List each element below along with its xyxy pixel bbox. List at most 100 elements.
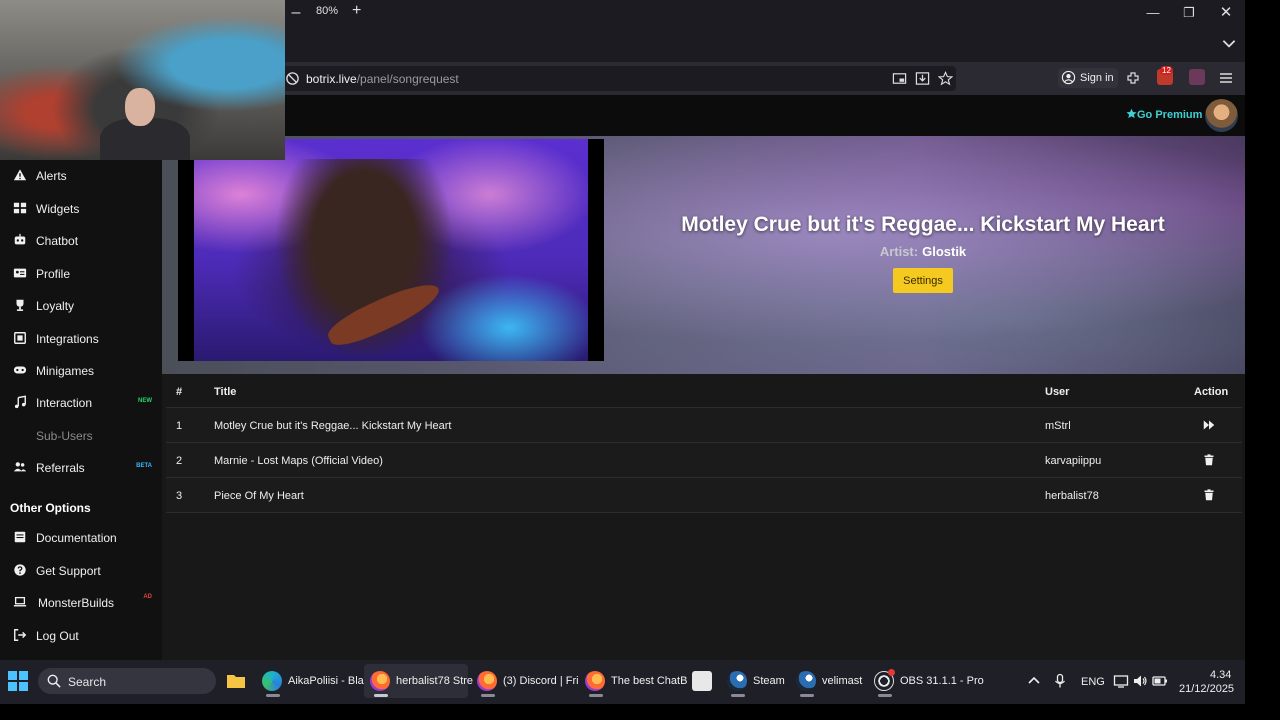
sidebar-item-referrals[interactable]: Referrals BETA — [0, 453, 162, 483]
gamepad-icon — [13, 366, 27, 374]
running-indicator — [589, 694, 603, 697]
search-label: Search — [68, 675, 107, 689]
taskbar-app-steam-chat[interactable]: velimast — [796, 664, 864, 698]
now-playing-title: Motley Crue but it's Reggae... Kickstart… — [681, 213, 1165, 236]
sidebar-item-label: Profile — [36, 267, 71, 281]
column-header-number: # — [176, 386, 183, 398]
taskbar-app-edge[interactable]: AikaPoliisi - Bla — [262, 664, 364, 698]
extensions-icon[interactable] — [1125, 70, 1141, 86]
settings-button[interactable]: Settings — [893, 268, 953, 293]
taskbar-app-steam[interactable]: Steam — [727, 664, 787, 698]
taskbar-app-label: Steam — [753, 675, 785, 687]
sidebar-item-chatbot[interactable]: Chatbot — [0, 226, 162, 256]
search-icon — [47, 674, 61, 688]
chevron-down-icon[interactable] — [1220, 34, 1238, 52]
skip-icon[interactable] — [1203, 419, 1215, 431]
running-indicator — [731, 694, 745, 697]
language-indicator[interactable]: ENG — [1081, 676, 1105, 688]
zoom-out-button[interactable]: – — [289, 3, 303, 23]
row-title: Motley Crue but it's Reggae... Kickstart… — [214, 420, 452, 432]
sign-in-button[interactable]: Sign in — [1058, 68, 1118, 88]
running-indicator — [878, 694, 892, 697]
sidebar-item-label: Loyalty — [36, 299, 75, 313]
sidebar-item-get-support[interactable]: Get Support — [0, 556, 162, 586]
sidebar-item-integrations[interactable]: Integrations — [0, 324, 162, 354]
sidebar-item-loyalty[interactable]: Loyalty — [0, 291, 162, 321]
sidebar-item-log-out[interactable]: Log Out — [0, 621, 162, 651]
sidebar-item-monsterbuilds[interactable]: MonsterBuilds AD — [0, 588, 162, 618]
store-icon — [692, 671, 712, 691]
sidebar-item-interaction[interactable]: Interaction NEW — [0, 388, 162, 418]
trophy-icon — [16, 299, 24, 311]
zoom-level[interactable]: 80% — [316, 5, 338, 17]
artist-name: Glostik — [922, 244, 967, 259]
close-window-button[interactable]: ✕ — [1214, 2, 1238, 24]
tiktok-extension-icon[interactable] — [1189, 69, 1205, 85]
extension-notification-icon[interactable]: 12 — [1157, 66, 1173, 85]
taskbar-app-label: The best ChatB — [611, 675, 688, 687]
star-icon — [1126, 108, 1137, 119]
other-options-heading: Other Options — [10, 501, 91, 515]
sidebar-item-label: Get Support — [36, 564, 101, 578]
volume-icon[interactable] — [1132, 673, 1148, 689]
taskbar-app-obs[interactable]: OBS 31.1.1 - Pro — [874, 664, 984, 698]
menu-icon[interactable] — [1218, 70, 1234, 86]
firefox-icon — [585, 671, 605, 691]
sidebar-item-label: Widgets — [36, 202, 80, 216]
steam-icon — [796, 671, 816, 691]
laptop-icon — [13, 596, 27, 607]
clock-time[interactable]: 4.34 — [1210, 669, 1231, 681]
clock-date[interactable]: 21/12/2025 — [1179, 683, 1234, 695]
sidebar-item-label: Sub-Users — [36, 429, 93, 443]
network-icon[interactable] — [1113, 673, 1129, 689]
sidebar-item-profile[interactable]: Profile — [0, 259, 162, 289]
taskbar-app-firefox-stream[interactable]: herbalist78 Stre — [364, 664, 473, 698]
microphone-icon[interactable] — [1052, 673, 1068, 689]
sidebar-item-documentation[interactable]: Documentation — [0, 523, 162, 553]
user-avatar[interactable] — [1205, 99, 1238, 132]
taskbar-app-firefox-discord[interactable]: (3) Discord | Fri — [477, 664, 579, 698]
bookmark-star-icon[interactable] — [938, 71, 953, 86]
zoom-in-button[interactable]: + — [352, 2, 361, 20]
windows-start-icon[interactable] — [8, 671, 28, 691]
trash-icon[interactable] — [1203, 454, 1215, 466]
sidebar-item-alerts[interactable]: Alerts — [0, 161, 162, 191]
robot-icon — [14, 233, 26, 245]
url-text[interactable]: botrix.live/panel/songrequest — [306, 72, 459, 86]
firefox-icon — [477, 671, 497, 691]
restore-button[interactable]: ❐ — [1177, 2, 1201, 24]
screen: – 80% + — ❐ ✕ botrix.live/panel/songrequ… — [0, 0, 1280, 720]
tracking-protection-icon[interactable] — [285, 71, 300, 86]
running-indicator — [481, 694, 495, 697]
beta-badge: BETA — [136, 463, 152, 469]
taskbar-app-label: (3) Discord | Fri — [503, 675, 579, 687]
row-number: 3 — [176, 490, 183, 502]
firefox-icon — [370, 671, 390, 691]
taskbar-app-firefox-chatbot[interactable]: The best ChatB — [585, 664, 688, 698]
taskbar-app-label: herbalist78 Stre — [396, 675, 474, 687]
row-title: Marnie - Lost Maps (Official Video) — [214, 455, 383, 467]
trash-icon[interactable] — [1203, 489, 1215, 501]
song-queue-table: # Title User Action 1 Motley Crue but it… — [166, 374, 1242, 513]
sidebar-item-widgets[interactable]: Widgets — [0, 194, 162, 224]
logout-icon — [14, 629, 27, 641]
go-premium-label: Go Premium — [1137, 109, 1203, 121]
url-host: botrix.live — [306, 72, 357, 86]
row-user: karvapiippu — [1045, 455, 1102, 467]
go-premium-link[interactable]: Go Premium — [1126, 108, 1202, 121]
row-title: Piece Of My Heart — [214, 490, 304, 502]
file-explorer-button[interactable] — [226, 664, 248, 698]
picture-in-picture-icon[interactable] — [892, 71, 907, 86]
battery-icon[interactable] — [1152, 673, 1168, 689]
download-icon[interactable] — [915, 71, 930, 86]
users-icon — [13, 462, 27, 472]
sign-in-label: Sign in — [1080, 72, 1114, 84]
store-button[interactable] — [692, 664, 712, 698]
minimize-button[interactable]: — — [1141, 2, 1165, 24]
sidebar-item-minigames[interactable]: Minigames — [0, 356, 162, 386]
book-icon — [14, 531, 26, 543]
video-player[interactable] — [178, 139, 604, 361]
row-user: mStrl — [1045, 420, 1071, 432]
taskbar-search[interactable]: Search — [38, 668, 216, 694]
chevron-up-icon[interactable] — [1026, 673, 1042, 689]
